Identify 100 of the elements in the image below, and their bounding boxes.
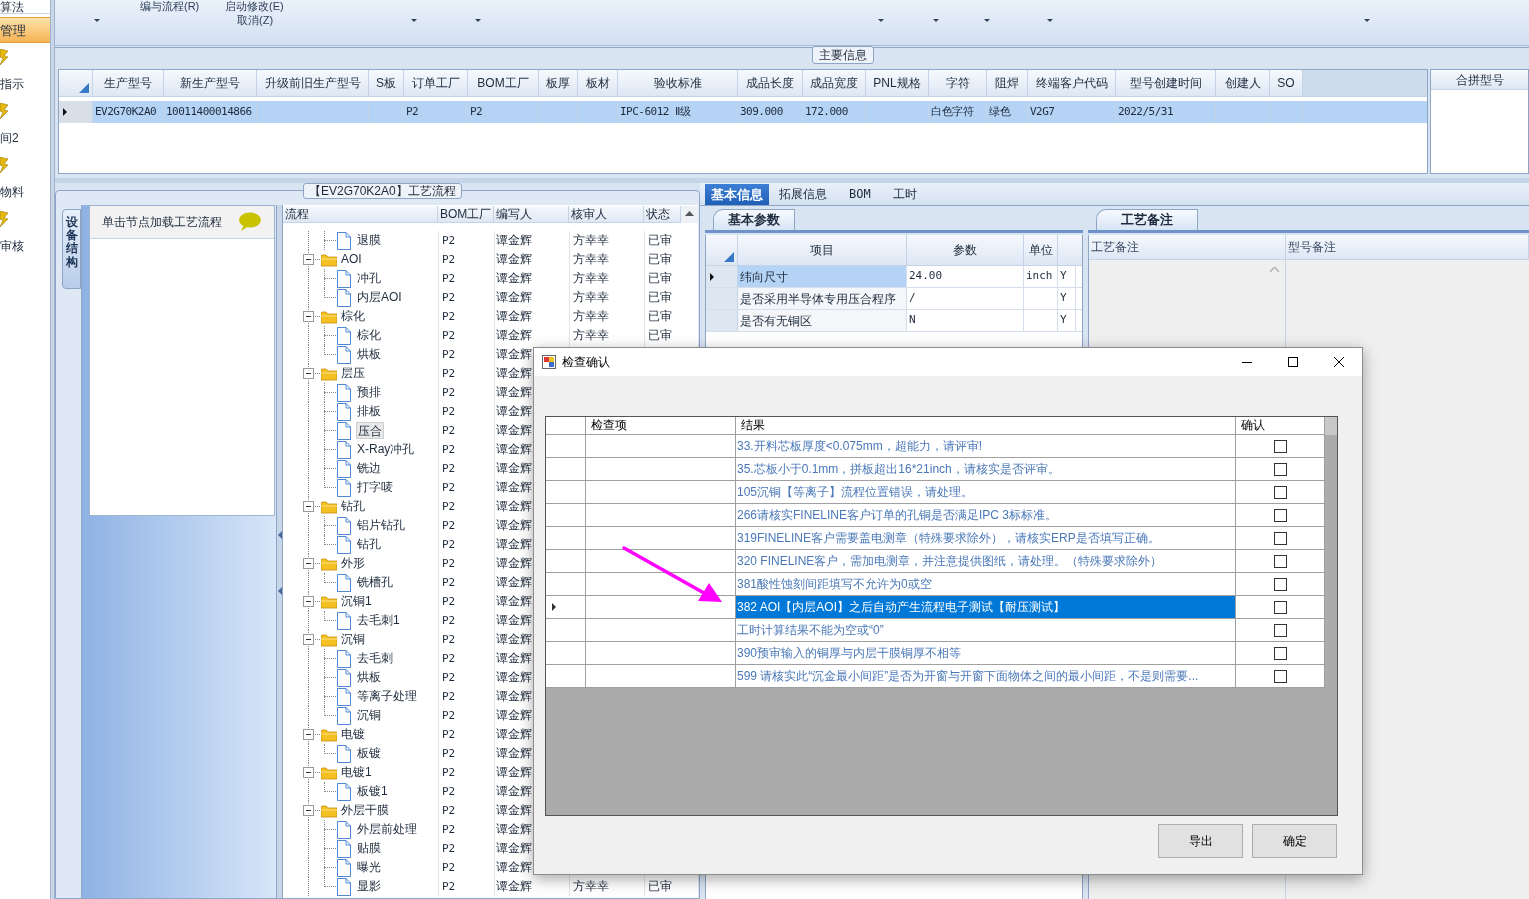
column-header[interactable]: 核审人 bbox=[569, 206, 644, 223]
row-header[interactable] bbox=[546, 665, 586, 688]
expander-icon[interactable] bbox=[303, 254, 314, 265]
column-header[interactable]: 成品宽度 bbox=[803, 70, 866, 97]
tree-node-label[interactable]: AOI bbox=[340, 251, 363, 268]
tree-node-label[interactable]: 层压 bbox=[340, 365, 366, 382]
row-header[interactable] bbox=[706, 266, 738, 287]
nav-item[interactable]: 审核 bbox=[0, 239, 50, 253]
column-header[interactable]: 字符 bbox=[929, 70, 987, 97]
tree-node-label[interactable]: 压合 bbox=[356, 422, 384, 439]
expander-icon[interactable] bbox=[303, 634, 314, 645]
tree-node-label[interactable]: 板镀 bbox=[356, 745, 382, 762]
tree-node-label[interactable]: 显影 bbox=[356, 878, 382, 895]
tree-node-label[interactable]: 棕化 bbox=[340, 308, 366, 325]
tree-node-label[interactable]: 退膜 bbox=[356, 232, 382, 249]
column-header[interactable]: 项目 bbox=[738, 235, 907, 266]
tree-node-label[interactable]: 等离子处理 bbox=[356, 688, 418, 705]
nav-item[interactable]: 管理 bbox=[0, 17, 50, 43]
checkbox[interactable] bbox=[1273, 600, 1287, 614]
column-header[interactable]: 合拼型号 bbox=[1431, 70, 1528, 90]
nav-item[interactable]: 间2 bbox=[0, 131, 50, 145]
checkbox[interactable] bbox=[1273, 531, 1287, 545]
tree-node-label[interactable]: 铝片钻孔 bbox=[356, 517, 406, 534]
tab[interactable]: 基本信息 bbox=[705, 184, 769, 205]
tree-node-label[interactable]: 烘板 bbox=[356, 346, 382, 363]
menu-item[interactable]: 启动修改(E) bbox=[225, 0, 284, 13]
tab[interactable]: BOM bbox=[837, 184, 883, 205]
tree-node-label[interactable]: 钻孔 bbox=[356, 536, 382, 553]
tree-node-label[interactable]: 钻孔 bbox=[340, 498, 366, 515]
table-row[interactable]: 是否采用半导体专用压合程序 / Y bbox=[706, 288, 1082, 310]
tree-node-label[interactable]: 排板 bbox=[356, 403, 382, 420]
tree-node-label[interactable]: 贴膜 bbox=[356, 840, 382, 857]
table-row[interactable]: EV2G70K2A0 10011400014866 P2 P2 IPC-6012 Ⅱ级 309.000 172.000 白色字符 绿色 V2G7 2022/5/31 bbox=[59, 101, 1427, 123]
checkbox[interactable] bbox=[1273, 669, 1287, 683]
scrollbar[interactable] bbox=[1325, 417, 1337, 435]
column-header[interactable]: 验收标准 bbox=[618, 70, 738, 97]
side-tab[interactable]: 设备结构 bbox=[62, 209, 81, 289]
tree-node-label[interactable]: 外层前处理 bbox=[356, 821, 418, 838]
column-header[interactable]: 生产型号 bbox=[93, 70, 164, 97]
column-header[interactable]: 板材 bbox=[578, 70, 618, 97]
column-header[interactable]: 工艺备注 bbox=[1089, 235, 1286, 260]
column-header[interactable]: 终端客户代码 bbox=[1028, 70, 1116, 97]
tree-node-label[interactable]: 沉铜 bbox=[340, 631, 366, 648]
tree-node-label[interactable]: X-Ray冲孔 bbox=[356, 441, 416, 458]
tree-node-label[interactable]: 电镀1 bbox=[340, 764, 373, 781]
tab[interactable]: 基本参数 bbox=[713, 209, 795, 230]
column-header[interactable]: SO bbox=[1270, 70, 1303, 97]
tree-node-label[interactable]: 棕化 bbox=[356, 327, 382, 344]
column-header[interactable]: 单位 bbox=[1024, 235, 1058, 266]
expander-icon[interactable] bbox=[303, 596, 314, 607]
column-header[interactable]: 创建人 bbox=[1216, 70, 1270, 97]
tree-node-label[interactable]: 电镀 bbox=[340, 726, 366, 743]
column-header[interactable]: 成品长度 bbox=[738, 70, 803, 97]
tree-node-label[interactable]: 去毛刺1 bbox=[356, 612, 401, 629]
column-header[interactable]: BOM工厂 bbox=[468, 70, 539, 97]
checkbox[interactable] bbox=[1273, 462, 1287, 476]
menu-item[interactable]: 取消(Z) bbox=[237, 14, 274, 27]
expander-icon[interactable] bbox=[303, 729, 314, 740]
tree-node-label[interactable]: 烘板 bbox=[356, 669, 382, 686]
checkbox[interactable] bbox=[1273, 646, 1287, 660]
column-header[interactable]: BOM工厂 bbox=[438, 206, 494, 223]
tree-node-label[interactable]: 内层AOI bbox=[356, 289, 403, 306]
checkbox[interactable] bbox=[1273, 554, 1287, 568]
table-cell[interactable]: 382 AOI【内层AOI】之后自动产生流程电子测试【耐压测试】 bbox=[736, 596, 1236, 619]
column-header[interactable]: 板厚 bbox=[539, 70, 578, 97]
expander-icon[interactable] bbox=[303, 368, 314, 379]
menu-item[interactable]: 编与流程(R) bbox=[140, 0, 200, 13]
checkbox[interactable] bbox=[1273, 485, 1287, 499]
tree-node-label[interactable]: 沉铜 bbox=[356, 707, 382, 724]
dialog-button[interactable]: 确定 bbox=[1252, 824, 1337, 858]
column-header[interactable]: 型号创建时间 bbox=[1116, 70, 1216, 97]
tree-node-label[interactable]: 沉铜1 bbox=[340, 593, 373, 610]
column-header[interactable]: 阻焊 bbox=[987, 70, 1028, 97]
column-header[interactable]: 型号备注 bbox=[1286, 235, 1529, 260]
tree-node-label[interactable]: 冲孔 bbox=[356, 270, 382, 287]
expander-icon[interactable] bbox=[303, 558, 314, 569]
expander-icon[interactable] bbox=[303, 501, 314, 512]
nav-item[interactable]: 指示 bbox=[0, 77, 50, 91]
tree-node-label[interactable]: 打字唛 bbox=[356, 479, 394, 496]
column-header[interactable]: 编写人 bbox=[494, 206, 569, 223]
column-header[interactable]: 流程 bbox=[283, 206, 438, 223]
tree-node-label[interactable]: 板镀1 bbox=[356, 783, 389, 800]
dialog-button[interactable]: 导出 bbox=[1158, 824, 1243, 858]
tab[interactable]: 工艺备注 bbox=[1096, 209, 1198, 230]
column-header[interactable]: PNL规格 bbox=[866, 70, 929, 97]
expander-icon[interactable] bbox=[303, 767, 314, 778]
tree-node-label[interactable]: 铣边 bbox=[356, 460, 382, 477]
checkbox[interactable] bbox=[1273, 623, 1287, 637]
column-header[interactable]: 状态 bbox=[644, 206, 681, 223]
tree-node-label[interactable]: 去毛刺 bbox=[356, 650, 394, 667]
checkbox[interactable] bbox=[1273, 577, 1287, 591]
checkbox[interactable] bbox=[1273, 439, 1287, 453]
column-header[interactable]: 参数 bbox=[907, 235, 1024, 266]
scrollbar[interactable] bbox=[681, 206, 698, 223]
expander-icon[interactable] bbox=[303, 311, 314, 322]
table-row[interactable]: 是否有无铜区 N Y bbox=[706, 310, 1082, 332]
column-header[interactable]: 升级前旧生产型号 bbox=[257, 70, 369, 97]
column-header[interactable]: S板 bbox=[369, 70, 404, 97]
row-header[interactable] bbox=[59, 101, 93, 123]
table-row[interactable]: 纬向尺寸 24.00 inch Y bbox=[706, 266, 1082, 288]
